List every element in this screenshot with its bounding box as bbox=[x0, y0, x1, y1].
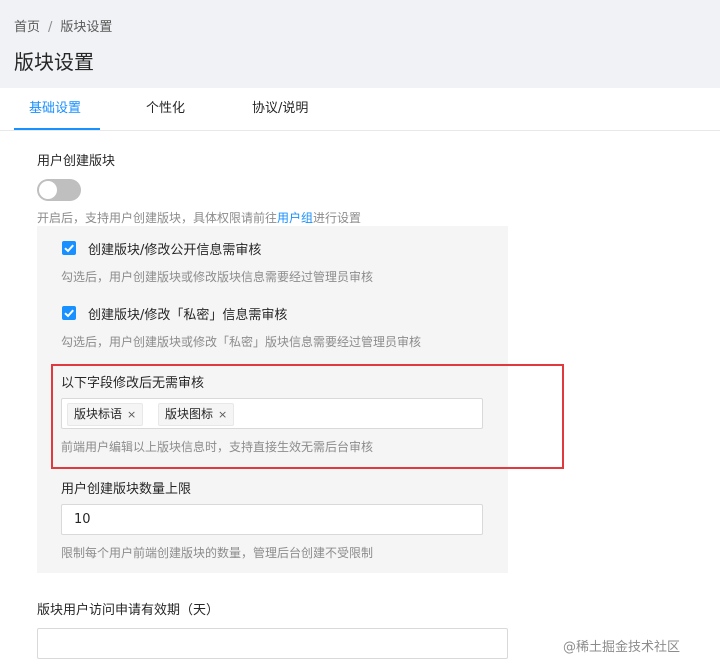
page-title: 版块设置 bbox=[14, 50, 94, 74]
user-create-label: 用户创建版块 bbox=[37, 154, 116, 169]
settings-card: 基础设置 个性化 协议/说明 用户创建版块 开启后，支持用户创建版块，具体权限请… bbox=[0, 88, 720, 671]
close-icon[interactable]: × bbox=[218, 408, 227, 421]
tag-icon: 版块图标 × bbox=[158, 403, 235, 426]
tag-label: 版块图标 bbox=[165, 407, 214, 421]
help-text-prefix: 开启后，支持用户创建版块，具体权限请前往 bbox=[37, 211, 278, 225]
tab-agreement[interactable]: 协议/说明 bbox=[252, 88, 308, 130]
toggle-knob bbox=[39, 181, 57, 199]
access-expiry-input[interactable] bbox=[37, 628, 508, 659]
tab-basic-settings[interactable]: 基础设置 bbox=[29, 88, 81, 130]
breadcrumb: 首页 / 版块设置 bbox=[14, 16, 112, 35]
user-group-link[interactable]: 用户组 bbox=[277, 211, 313, 225]
tag-slogan: 版块标语 × bbox=[67, 403, 144, 426]
breadcrumb-home[interactable]: 首页 bbox=[14, 20, 40, 35]
help-text-suffix: 进行设置 bbox=[313, 211, 362, 225]
close-icon[interactable]: × bbox=[127, 408, 136, 421]
check-icon bbox=[64, 309, 74, 318]
no-review-fields-help: 前端用户编辑以上版块信息时，支持直接生效无需后台审核 bbox=[61, 440, 374, 454]
breadcrumb-separator: / bbox=[48, 20, 53, 35]
review-public-label: 创建版块/修改公开信息需审核 bbox=[88, 243, 262, 258]
active-tab-indicator bbox=[14, 128, 100, 130]
no-review-fields-label: 以下字段修改后无需审核 bbox=[61, 376, 205, 391]
review-public-help: 勾选后，用户创建版块或修改版块信息需要经过管理员审核 bbox=[61, 270, 374, 284]
watermark: @稀土掘金技术社区 bbox=[563, 640, 681, 655]
no-review-fields-select[interactable]: 版块标语 × 版块图标 × bbox=[61, 398, 483, 429]
limit-label: 用户创建版块数量上限 bbox=[61, 482, 192, 497]
access-expiry-label: 版块用户访问申请有效期（天） bbox=[37, 603, 220, 618]
tab-bar: 基础设置 个性化 协议/说明 bbox=[0, 88, 720, 131]
tag-label: 版块标语 bbox=[74, 407, 123, 421]
review-private-checkbox[interactable] bbox=[62, 306, 76, 320]
review-private-help: 勾选后，用户创建版块或修改「私密」版块信息需要经过管理员审核 bbox=[61, 335, 422, 349]
tab-personalization[interactable]: 个性化 bbox=[146, 88, 185, 130]
review-private-label: 创建版块/修改「私密」信息需审核 bbox=[88, 308, 288, 323]
user-create-help: 开启后，支持用户创建版块，具体权限请前往用户组进行设置 bbox=[37, 209, 361, 226]
user-create-toggle[interactable] bbox=[37, 179, 81, 201]
limit-input[interactable]: 10 bbox=[61, 504, 483, 535]
limit-help: 限制每个用户前端创建版块的数量，管理后台创建不受限制 bbox=[61, 546, 374, 560]
check-icon bbox=[64, 244, 74, 253]
review-public-checkbox[interactable] bbox=[62, 241, 76, 255]
breadcrumb-current: 版块设置 bbox=[60, 20, 113, 35]
